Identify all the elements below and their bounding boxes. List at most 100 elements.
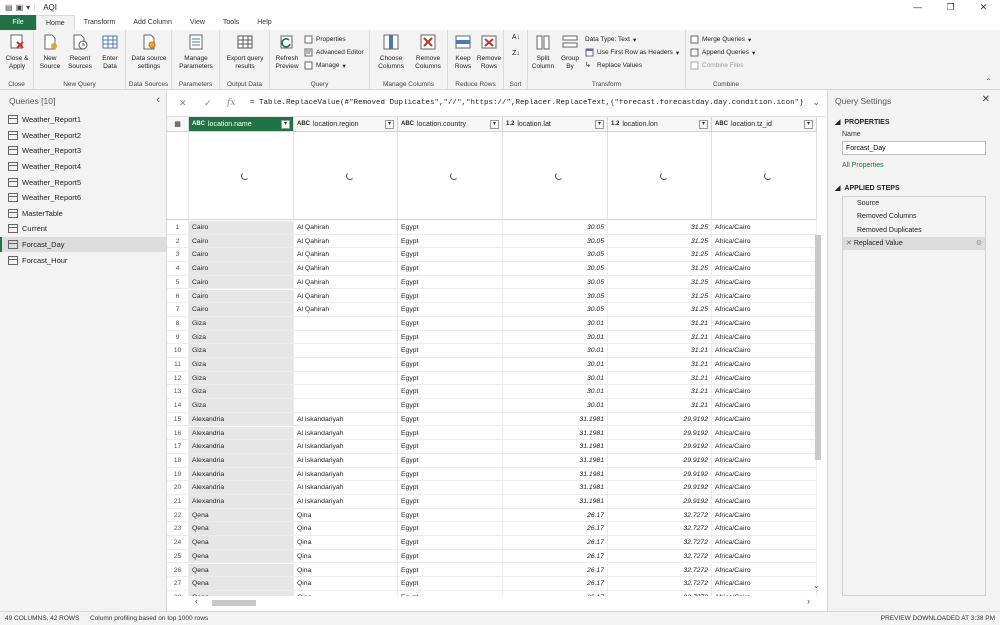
recent-sources-button[interactable]: Recent Sources: [65, 33, 95, 71]
table-cell[interactable]: 32.7272: [608, 522, 712, 537]
table-cell[interactable]: 30.01: [503, 371, 608, 386]
delete-step-icon[interactable]: ✕: [846, 240, 854, 247]
table-cell[interactable]: Africa/Cairo: [712, 221, 817, 235]
table-cell[interactable]: Africa/Cairo: [712, 440, 817, 454]
combine-files-button[interactable]: Combine Files: [690, 60, 744, 71]
table-cell[interactable]: 26.17: [503, 508, 608, 523]
query-item[interactable]: Forcast_Day: [0, 236, 166, 253]
table-cell[interactable]: 31.1981: [503, 412, 608, 427]
applied-step[interactable]: Source: [843, 197, 985, 210]
table-cell[interactable]: Al Qahirah: [294, 262, 398, 276]
table-cell[interactable]: Al Qahirah: [294, 221, 398, 235]
column-type-icon[interactable]: ABC: [192, 121, 205, 127]
table-cell[interactable]: Egypt: [398, 371, 503, 386]
table-cell[interactable]: Egypt: [398, 412, 503, 427]
table-cell[interactable]: 30.01: [503, 358, 608, 372]
table-cell[interactable]: Alexandria: [189, 481, 294, 495]
table-cell[interactable]: Cairo: [189, 248, 294, 263]
table-cell[interactable]: Africa/Cairo: [712, 371, 817, 386]
table-cell[interactable]: 31.1981: [503, 467, 608, 482]
tab-add-column[interactable]: Add Column: [124, 15, 181, 30]
table-cell[interactable]: 32.7272: [608, 549, 712, 564]
table-cell[interactable]: Africa/Cairo: [712, 577, 817, 591]
table-cell[interactable]: 29.9192: [608, 440, 712, 454]
collapse-ribbon-icon[interactable]: ⌃: [985, 77, 992, 86]
table-cell[interactable]: Egypt: [398, 344, 503, 358]
table-cell[interactable]: Giza: [189, 330, 294, 345]
table-cell[interactable]: Egypt: [398, 248, 503, 263]
scroll-left-icon[interactable]: ‹: [195, 596, 198, 606]
table-cell[interactable]: Al Qahirah: [294, 234, 398, 249]
table-cell[interactable]: Egypt: [398, 426, 503, 441]
use-first-row-headers-button[interactable]: Use First Row as Headers ▾: [585, 47, 679, 58]
table-cell[interactable]: Egypt: [398, 385, 503, 400]
table-cell[interactable]: Giza: [189, 385, 294, 400]
column-header[interactable]: ABC location.country ▾: [398, 117, 503, 132]
table-cell[interactable]: 30.05: [503, 303, 608, 317]
applied-step[interactable]: ✕ Replaced Value ⚙: [843, 236, 985, 251]
table-cell[interactable]: Al Iskandariyah: [294, 412, 398, 427]
column-filter-icon[interactable]: ▾: [699, 120, 708, 129]
query-item[interactable]: Weather_Report2: [0, 128, 166, 144]
table-cell[interactable]: Cairo: [189, 303, 294, 317]
table-cell[interactable]: Africa/Cairo: [712, 248, 817, 263]
advanced-editor-button[interactable]: Advanced Editor: [304, 47, 364, 58]
table-cell[interactable]: Al Qahirah: [294, 303, 398, 317]
table-cell[interactable]: Al Qahirah: [294, 275, 398, 290]
table-cell[interactable]: 26.17: [503, 522, 608, 537]
commit-formula-icon[interactable]: ✓: [204, 98, 212, 109]
table-cell[interactable]: 29.9192: [608, 481, 712, 495]
query-item[interactable]: Weather_Report4: [0, 159, 166, 175]
table-cell[interactable]: Africa/Cairo: [712, 536, 817, 550]
table-cell[interactable]: Africa/Cairo: [712, 590, 817, 596]
column-header[interactable]: ABC location.region ▾: [294, 117, 398, 132]
table-cell[interactable]: 26.17: [503, 590, 608, 596]
applied-steps-section[interactable]: ◢ APPLIED STEPS: [835, 184, 900, 193]
query-item[interactable]: MasterTable: [0, 206, 166, 222]
table-cell[interactable]: Al Iskandariyah: [294, 440, 398, 454]
table-cell[interactable]: 31.1981: [503, 440, 608, 454]
table-cell[interactable]: 31.1981: [503, 453, 608, 468]
maximize-icon[interactable]: ❐: [934, 0, 967, 15]
column-type-icon[interactable]: ABC: [715, 121, 728, 127]
table-cell[interactable]: Egypt: [398, 481, 503, 495]
table-cell[interactable]: 31.21: [608, 371, 712, 386]
close-apply-button[interactable]: Close & Apply: [2, 33, 32, 71]
query-item[interactable]: Weather_Report3: [0, 143, 166, 159]
query-item[interactable]: Current: [0, 221, 166, 237]
query-item[interactable]: Weather_Report1: [0, 112, 166, 128]
query-item[interactable]: Weather_Report6: [0, 190, 166, 206]
new-source-button[interactable]: New Source: [36, 33, 64, 71]
table-cell[interactable]: Africa/Cairo: [712, 412, 817, 427]
table-cell[interactable]: 31.25: [608, 275, 712, 290]
table-cell[interactable]: Qina: [294, 536, 398, 550]
table-cell[interactable]: Giza: [189, 371, 294, 386]
table-cell[interactable]: Egypt: [398, 563, 503, 578]
table-cell[interactable]: Qena: [189, 522, 294, 537]
table-cell[interactable]: Giza: [189, 358, 294, 372]
table-cell[interactable]: 31.1981: [503, 495, 608, 509]
table-cell[interactable]: Egypt: [398, 536, 503, 550]
column-type-icon[interactable]: 1.2: [506, 121, 514, 127]
table-cell[interactable]: Egypt: [398, 289, 503, 304]
scroll-down-icon[interactable]: ⌄: [813, 581, 820, 590]
column-header[interactable]: 1.2 location.lon ▾: [608, 117, 712, 132]
table-cell[interactable]: Qena: [189, 563, 294, 578]
table-cell[interactable]: 29.9192: [608, 412, 712, 427]
table-cell[interactable]: Alexandria: [189, 467, 294, 482]
table-cell[interactable]: [294, 344, 398, 358]
table-cell[interactable]: Africa/Cairo: [712, 549, 817, 564]
table-cell[interactable]: Cairo: [189, 289, 294, 304]
table-cell[interactable]: Africa/Cairo: [712, 330, 817, 345]
table-cell[interactable]: Al Iskandariyah: [294, 467, 398, 482]
table-cell[interactable]: Qena: [189, 590, 294, 596]
table-cell[interactable]: Egypt: [398, 549, 503, 564]
column-header[interactable]: 1.2 location.lat ▾: [503, 117, 608, 132]
column-type-icon[interactable]: ABC: [401, 121, 414, 127]
table-cell[interactable]: Egypt: [398, 330, 503, 345]
table-cell[interactable]: 31.1981: [503, 426, 608, 441]
table-cell[interactable]: 30.01: [503, 330, 608, 345]
table-cell[interactable]: Egypt: [398, 316, 503, 331]
table-cell[interactable]: Cairo: [189, 221, 294, 235]
table-cell[interactable]: Al Iskandariyah: [294, 453, 398, 468]
